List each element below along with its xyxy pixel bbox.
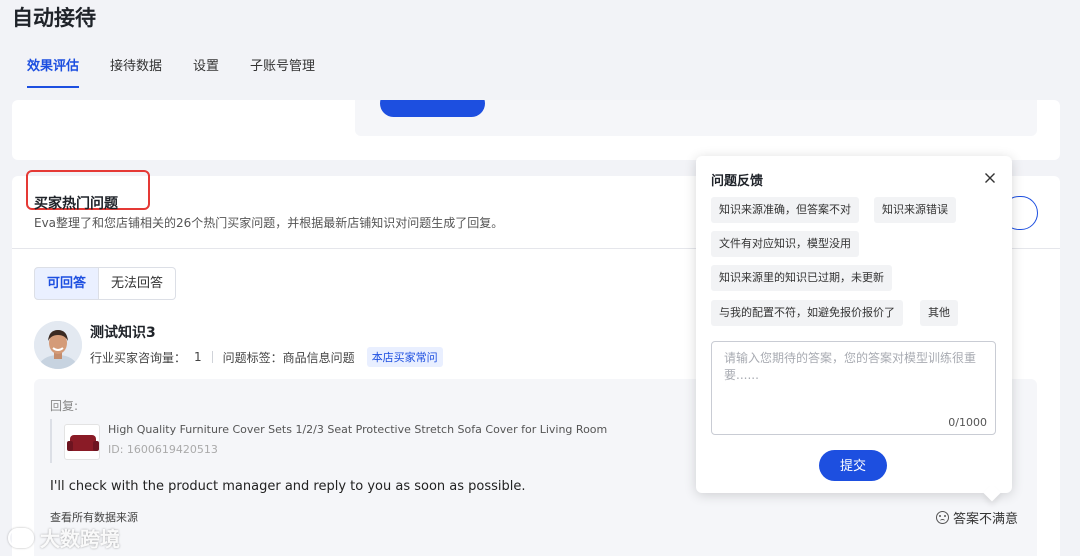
feedback-option-other[interactable]: 其他 — [920, 300, 958, 326]
hot-questions-description: Eva整理了和您店铺相关的26个热门买家问题，并根据最新店铺知识对问题生成了回复… — [34, 216, 504, 230]
question-meta: 行业买家咨询量： 1 问题标签： 商品信息问题 本店买家常问 — [90, 347, 443, 367]
avatar — [34, 321, 82, 369]
tab-settings[interactable]: 设置 — [193, 52, 219, 88]
watermark: 大数跨境 — [8, 523, 120, 552]
submit-button[interactable]: 提交 — [819, 450, 887, 481]
page-title: 自动接待 — [12, 6, 96, 30]
expected-answer-placeholder: 请输入您期待的答案，您的答案对模型训练很重要...... — [724, 351, 977, 382]
product-reference[interactable]: High Quality Furniture Cover Sets 1/2/3 … — [50, 419, 650, 463]
product-name: High Quality Furniture Cover Sets 1/2/3 … — [108, 423, 608, 436]
feedback-option-config-mismatch[interactable]: 与我的配置不符，如避免报价报价了 — [711, 300, 903, 326]
expected-answer-input[interactable]: 请输入您期待的答案，您的答案对模型训练很重要...... 0/1000 — [711, 341, 996, 435]
dislike-label: 答案不满意 — [953, 512, 1019, 527]
feedback-option-knowledge-outdated[interactable]: 知识来源里的知识已过期，未更新 — [711, 265, 892, 291]
feedback-option-source-correct-answer-wrong[interactable]: 知识来源准确，但答案不对 — [711, 197, 859, 223]
consult-count: 1 — [194, 350, 202, 364]
tab-sub-account-management[interactable]: 子账号管理 — [250, 52, 315, 88]
watermark-logo-icon — [8, 527, 34, 548]
summary-panel — [355, 100, 1037, 136]
frequent-question-badge: 本店买家常问 — [366, 347, 443, 367]
product-id: ID: 1600619420513 — [108, 443, 218, 456]
close-icon[interactable] — [982, 170, 998, 186]
watermark-text: 大数跨境 — [40, 527, 120, 551]
consult-label: 行业买家咨询量： — [90, 350, 187, 365]
hot-questions-title: 买家热门问题 — [34, 196, 118, 212]
tab-bar: 效果评估 接待数据 设置 子账号管理 — [12, 52, 1060, 92]
dislike-answer-button[interactable]: 答案不满意 — [936, 508, 1018, 527]
summary-card — [12, 100, 1060, 160]
summary-action-button[interactable] — [380, 100, 485, 117]
reply-text: I'll check with the product manager and … — [50, 479, 526, 494]
reply-label: 回复: — [50, 399, 79, 413]
answer-filter: 可回答 无法回答 — [34, 267, 177, 300]
filter-unanswerable[interactable]: 无法回答 — [99, 267, 177, 300]
tag-value: 商品信息问题 — [282, 350, 355, 365]
tab-effect-evaluation[interactable]: 效果评估 — [27, 52, 80, 88]
feedback-option-source-wrong[interactable]: 知识来源错误 — [874, 197, 956, 223]
meta-separator — [211, 351, 213, 363]
feedback-option-model-ignored-file[interactable]: 文件有对应知识，模型没用 — [711, 231, 859, 257]
feedback-popup-title: 问题反馈 — [711, 174, 764, 189]
filter-answerable[interactable]: 可回答 — [34, 267, 100, 300]
character-counter: 0/1000 — [948, 416, 987, 429]
product-image — [64, 424, 100, 460]
tab-reception-data[interactable]: 接待数据 — [110, 52, 162, 88]
question-title: 测试知识3 — [90, 325, 156, 341]
tag-label: 问题标签： — [222, 350, 283, 365]
feedback-popup: 问题反馈 知识来源准确，但答案不对 知识来源错误 文件有对应知识，模型没用 知识… — [696, 156, 1012, 493]
sad-face-icon — [936, 511, 949, 524]
